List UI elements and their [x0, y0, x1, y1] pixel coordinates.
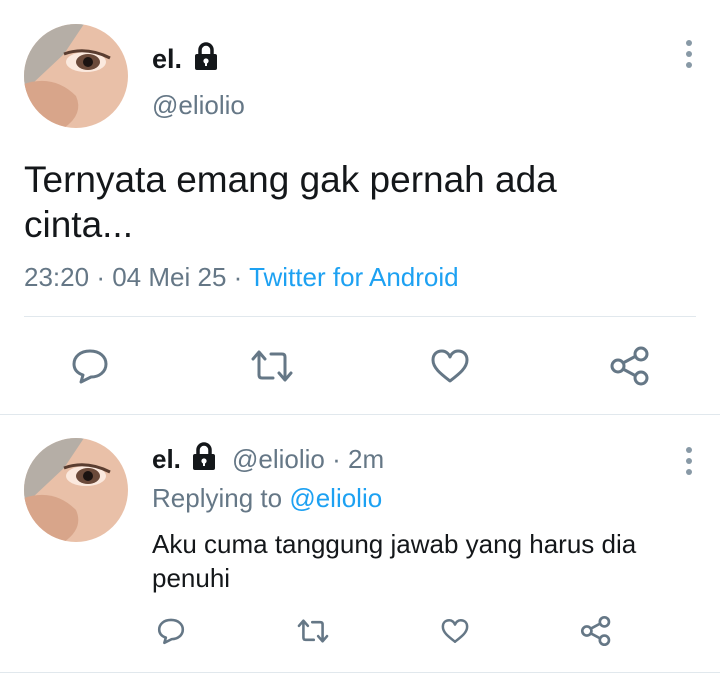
tweet-separator [0, 672, 720, 673]
handle[interactable]: @eliolio [152, 90, 245, 121]
like-button[interactable] [428, 346, 472, 386]
replying-to-label: Replying to [152, 483, 283, 513]
meta-separator: · [233, 262, 243, 292]
meta-separator: · [332, 444, 341, 474]
tweet-source-link[interactable]: Twitter for Android [249, 262, 459, 292]
share-icon [580, 615, 611, 647]
tweet-text-line: cinta... [24, 204, 133, 245]
display-name[interactable]: el. [152, 44, 182, 74]
reply-meta: @eliolio · 2m [232, 444, 384, 474]
avatar[interactable] [24, 24, 128, 128]
tweet-text-line: Ternyata emang gak pernah ada [24, 159, 557, 200]
more-icon[interactable] [684, 447, 694, 480]
tweet-text-line: penuhi [152, 563, 231, 593]
like-icon [441, 619, 469, 643]
tweet-text: Ternyata emang gak pernah ada cinta... [24, 157, 557, 247]
tweet-age[interactable]: 2m [348, 444, 384, 474]
reply-icon [72, 349, 108, 384]
avatar-image [24, 24, 128, 128]
tweet-text: Aku cuma tanggung jawab yang harus dia p… [152, 527, 636, 595]
retweet-button[interactable] [294, 614, 332, 648]
lock-icon [192, 42, 220, 77]
lock-icon [190, 442, 218, 477]
divider [24, 316, 696, 317]
more-icon[interactable] [684, 40, 694, 73]
reply-icon [157, 618, 185, 645]
tweet-meta: 23:20 · 04 Mei 25 · Twitter for Android [24, 262, 459, 293]
handle[interactable]: @eliolio [232, 444, 325, 474]
replying-to-handle[interactable]: @eliolio [289, 483, 382, 513]
display-name[interactable]: el. [152, 444, 181, 474]
tweet-time[interactable]: 23:20 [24, 262, 89, 292]
tweet-separator [0, 414, 720, 415]
tweet-date[interactable]: 04 Mei 25 [112, 262, 226, 292]
share-button[interactable] [608, 344, 652, 388]
reply-button[interactable] [154, 614, 188, 648]
reply-header: el. [152, 444, 181, 474]
reply-button[interactable] [68, 346, 112, 386]
replying-to: Replying to @eliolio [152, 483, 382, 513]
like-button[interactable] [438, 614, 472, 648]
display-name-text: el. [152, 44, 183, 74]
avatar-image [24, 438, 128, 542]
share-button[interactable] [578, 612, 614, 650]
retweet-icon [297, 619, 329, 643]
like-icon [431, 349, 469, 383]
retweet-button[interactable] [248, 346, 296, 386]
tweet-text-line: Aku cuma tanggung jawab yang harus dia [152, 529, 637, 559]
share-icon [610, 346, 649, 386]
avatar[interactable] [24, 438, 128, 542]
meta-separator: · [96, 262, 105, 292]
retweet-icon [251, 350, 293, 382]
